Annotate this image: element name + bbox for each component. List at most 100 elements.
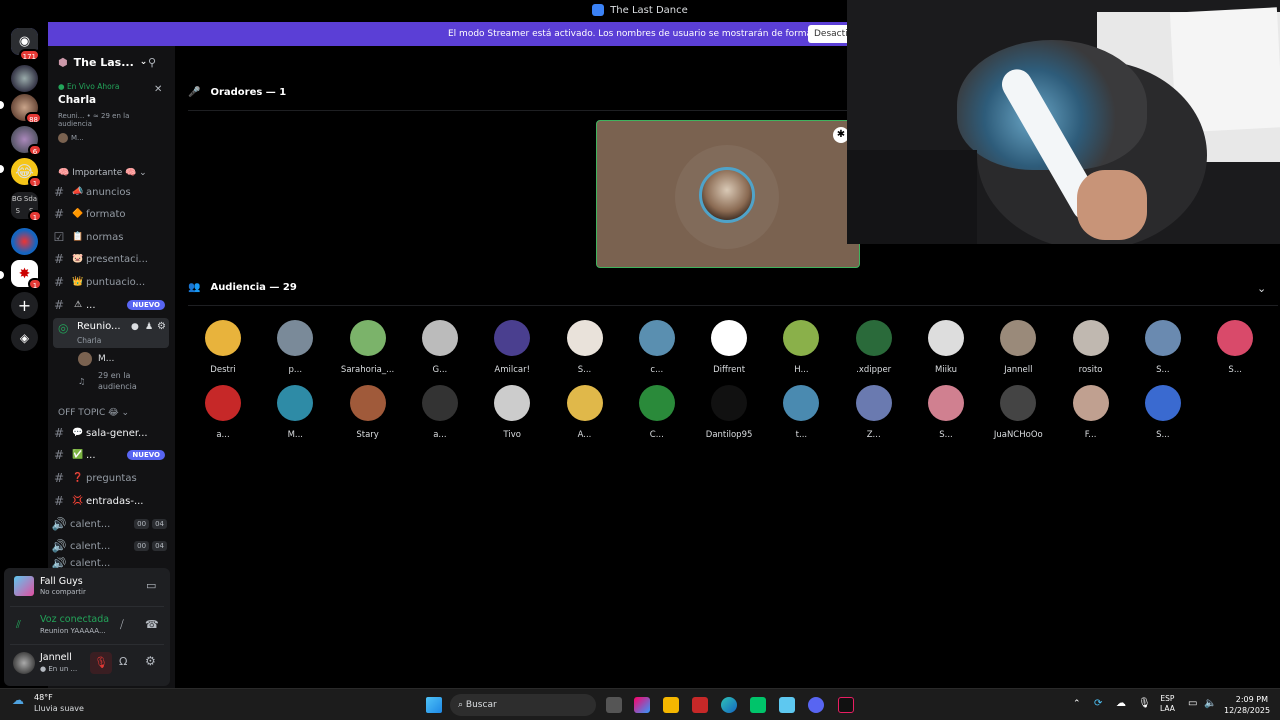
mic-tray-icon[interactable]: 🎙	[1138, 698, 1151, 709]
category-offtopic[interactable]: OFF TOPIC 😂 ⌄	[58, 408, 129, 418]
audience-member[interactable]: t...	[771, 385, 831, 440]
gear-icon[interactable]: ⚙	[157, 321, 166, 332]
noise-suppression-icon[interactable]: ⧸	[120, 618, 124, 632]
audience-name: Miiku	[934, 365, 958, 375]
channel-presentaciones[interactable]: # 🐷 presentaci...	[48, 248, 175, 270]
channel-new-2[interactable]: # ✅... NUEVO	[48, 444, 175, 466]
channel-sala-general[interactable]: # 💬 sala-gener...	[48, 422, 175, 444]
file-explorer-icon[interactable]	[663, 697, 679, 713]
audience-member[interactable]: Amilcar!	[482, 320, 542, 375]
audience-member[interactable]: p...	[265, 320, 325, 375]
channel-preguntas[interactable]: # ❓ preguntas	[48, 467, 175, 489]
app-icon[interactable]	[750, 697, 766, 713]
avatar[interactable]	[13, 652, 35, 674]
audience-member[interactable]: S...	[1133, 385, 1193, 440]
audience-member[interactable]: Jannell	[988, 320, 1048, 375]
taskbar-search[interactable]: ⌕ Buscar	[450, 694, 596, 716]
channel-normas[interactable]: ☑ 📋 normas	[48, 226, 175, 248]
weather-icon[interactable]: ☁	[12, 693, 28, 707]
audience-member[interactable]: H...	[771, 320, 831, 375]
server-icon[interactable]: 88	[11, 94, 42, 124]
sync-icon[interactable]: ⟳	[1094, 698, 1102, 709]
audience-member[interactable]: Diffrent	[699, 320, 759, 375]
mcafee-icon[interactable]	[692, 697, 708, 713]
category-important[interactable]: 🧠 Importante 🧠 ⌄	[58, 168, 147, 178]
volume-icon[interactable]: 🔈	[1204, 698, 1216, 709]
home-button[interactable]: ◉ 171	[11, 28, 40, 61]
screen-share-icon[interactable]: ▭	[146, 579, 156, 592]
server-icon[interactable]: ✸ 1	[11, 260, 42, 290]
invite-icon[interactable]: ♟	[145, 322, 153, 332]
collapse-chevron-icon[interactable]: ⌄	[1257, 282, 1266, 295]
clock[interactable]: 2:09 PM 12/28/2025	[1224, 694, 1270, 716]
copilot-icon[interactable]	[634, 697, 650, 713]
fallguys-icon[interactable]	[779, 697, 795, 713]
audience-member[interactable]: Stary	[338, 385, 398, 440]
audience-name: H...	[794, 365, 809, 375]
guild-icon: ⬢	[58, 55, 68, 69]
audience-member[interactable]: G...	[410, 320, 470, 375]
server-icon[interactable]	[11, 65, 38, 92]
close-icon[interactable]: ✕	[154, 84, 162, 95]
audience-member[interactable]: M...	[265, 385, 325, 440]
audience-member[interactable]: .xdipper	[844, 320, 904, 375]
disconnect-icon[interactable]: ☎	[145, 618, 159, 631]
guild-header[interactable]: ⬢ The Las... ⌄ ⚲	[48, 46, 175, 78]
network-icon[interactable]: ☁	[1116, 698, 1126, 709]
windows-start-icon[interactable]	[426, 697, 442, 713]
audience-member[interactable]: Tivo	[482, 385, 542, 440]
channel-puntuaciones[interactable]: # 👑 puntuacio...	[48, 271, 175, 293]
channel-anuncios[interactable]: # 📣 anuncios	[48, 181, 175, 203]
tiktok-icon[interactable]	[838, 697, 854, 713]
stage-channel[interactable]: ◎ Reunio... Charla ● ♟ ⚙	[53, 318, 169, 348]
channel-formato[interactable]: # 🔶 formato	[48, 203, 175, 225]
language-indicator[interactable]: ESP LAA	[1160, 694, 1175, 714]
chat-icon[interactable]: ●	[131, 322, 139, 332]
headphones-icon[interactable]: Ω	[119, 655, 127, 668]
server-icon[interactable]	[11, 228, 38, 255]
audience-member[interactable]: JuaNCHoOo	[988, 385, 1048, 440]
stage-live-card[interactable]: ● En Vivo Ahora ✕ Charla Reuni... • ≈ 29…	[52, 78, 171, 150]
server-icon[interactable]: 6	[11, 126, 42, 156]
audience-member[interactable]: S...	[916, 385, 976, 440]
audience-member[interactable]: a...	[410, 385, 470, 440]
avatar	[928, 385, 964, 421]
voice-channel[interactable]: 🔊 calent... 00 04	[48, 535, 175, 557]
add-member-icon[interactable]: ⚲	[148, 56, 156, 69]
edge-icon[interactable]	[721, 697, 737, 713]
audience-member[interactable]: F...	[1061, 385, 1121, 440]
audience-member[interactable]: Sarahoria_...	[338, 320, 398, 375]
audience-member[interactable]: S...	[555, 320, 615, 375]
settings-gear-icon[interactable]: ⚙	[145, 654, 156, 668]
audience-member[interactable]: rosito	[1061, 320, 1121, 375]
avatar	[1072, 320, 1109, 356]
voice-channel[interactable]: 🔊 calent... 00 04	[48, 513, 175, 535]
channel-entradas[interactable]: # 💢 entradas-...	[48, 490, 175, 512]
stage-member[interactable]: M...	[78, 352, 114, 366]
display-icon[interactable]: ▭	[1188, 698, 1197, 709]
audience-member[interactable]: Destri	[193, 320, 253, 375]
speaker-tile[interactable]: ✱	[596, 120, 860, 268]
audience-member[interactable]: S...	[1205, 320, 1265, 375]
audience-name: Sarahoria_...	[340, 365, 395, 375]
avatar	[928, 320, 964, 356]
audience-name: rosito	[1078, 365, 1103, 375]
audience-member[interactable]: Z...	[844, 385, 904, 440]
discord-taskbar-icon[interactable]	[808, 697, 824, 713]
add-server-icon[interactable]: +	[11, 292, 38, 319]
mute-mic-icon[interactable]: 🎙	[90, 652, 112, 674]
audience-member[interactable]: C...	[627, 385, 687, 440]
audience-member[interactable]: S...	[1133, 320, 1193, 375]
audience-member[interactable]: A...	[555, 385, 615, 440]
audience-member[interactable]: Miiku	[916, 320, 976, 375]
audience-member[interactable]: Dantilop95	[699, 385, 759, 440]
task-view-icon[interactable]	[606, 697, 622, 713]
server-folder[interactable]: BGSda SS 1	[11, 192, 42, 222]
channel-new[interactable]: # ⚠... NUEVO	[48, 294, 175, 316]
audience-name: A...	[577, 430, 592, 440]
chevron-up-icon[interactable]: ⌃	[1073, 699, 1081, 709]
server-icon[interactable]: 😂 1	[11, 158, 42, 188]
discover-icon[interactable]: ◈	[11, 324, 38, 351]
audience-member[interactable]: a...	[193, 385, 253, 440]
audience-member[interactable]: c...	[627, 320, 687, 375]
